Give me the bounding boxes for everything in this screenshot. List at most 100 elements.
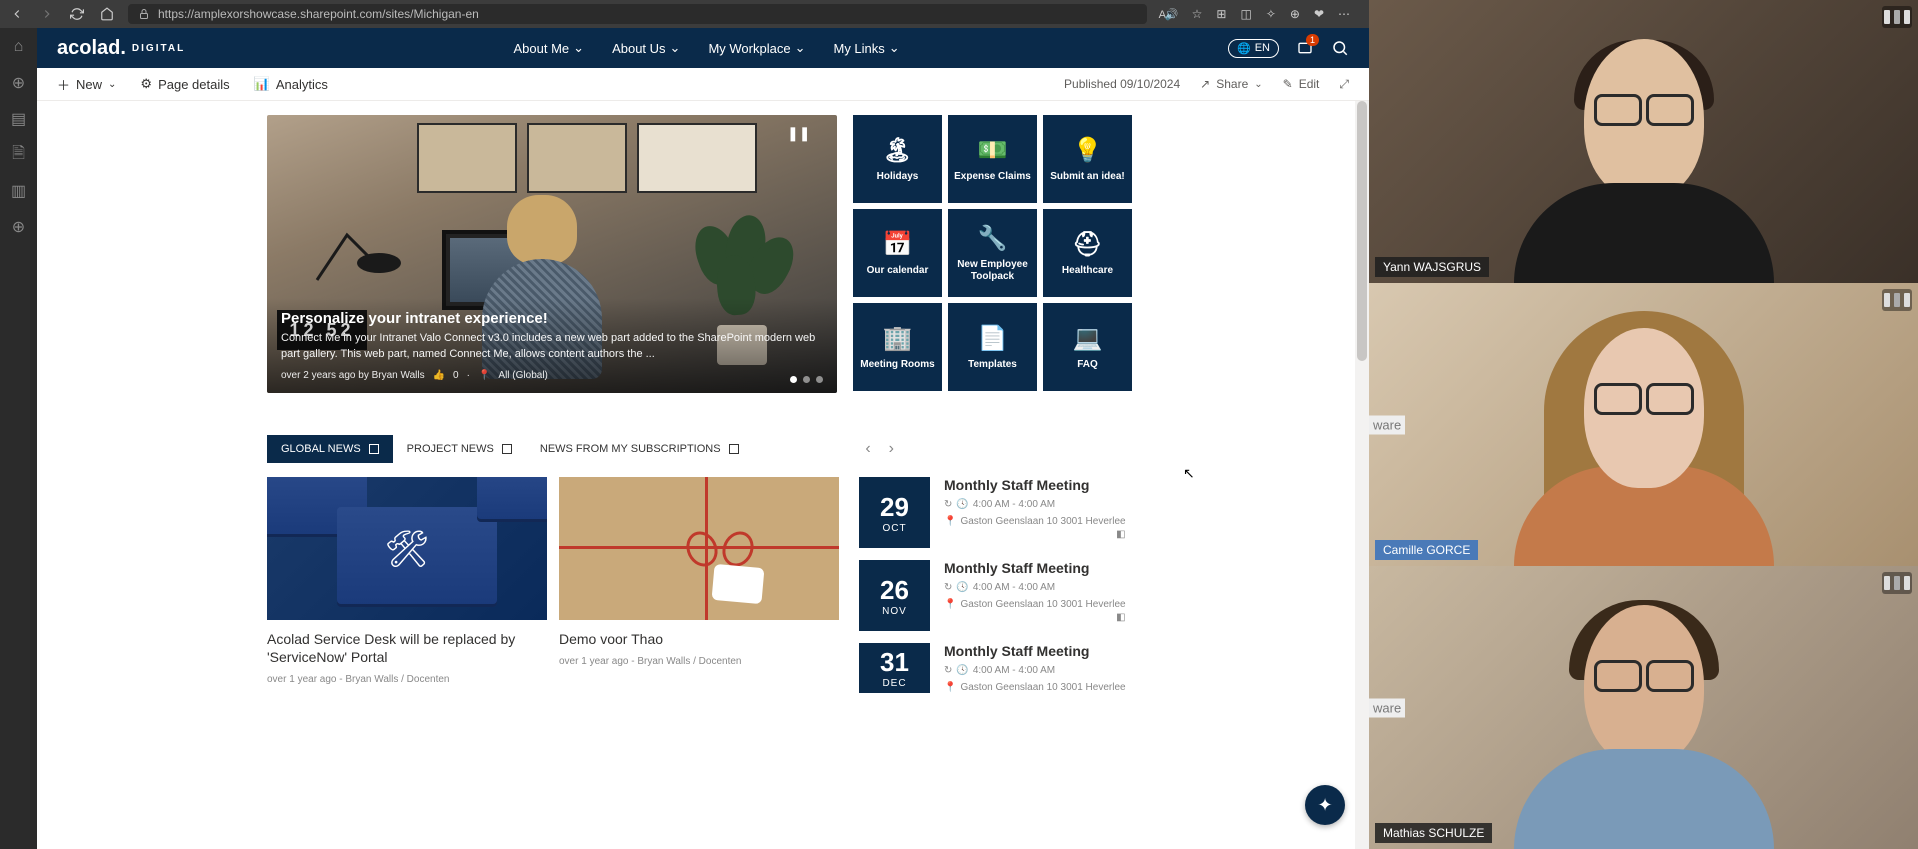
- chevron-down-icon: ⌄: [573, 40, 584, 56]
- collections-icon[interactable]: ⊕: [1290, 7, 1300, 21]
- pencil-icon: ✎: [1283, 77, 1293, 91]
- clock-icon: 🕓: [956, 582, 968, 593]
- pause-button[interactable]: ❚❚: [787, 125, 807, 145]
- like-icon[interactable]: 👍: [433, 370, 445, 381]
- participant-tile[interactable]: ware Mathias SCHULZE: [1369, 566, 1918, 849]
- event-item[interactable]: 31DEC Monthly Staff Meeting ↻🕓4:00 AM - …: [859, 643, 1126, 693]
- prev-button[interactable]: ‹: [865, 440, 870, 458]
- share-button[interactable]: ↗Share ⌄: [1200, 77, 1262, 91]
- news-card[interactable]: 🛠 Acolad Service Desk will be replaced b…: [267, 477, 547, 693]
- nav-my-links[interactable]: My Links ⌄: [833, 40, 899, 56]
- analytics-button[interactable]: 📊Analytics: [254, 76, 328, 92]
- meeting-panel: Yann WAJSGRUS ware Camille GORCE ware Ma…: [1369, 0, 1918, 849]
- rail-add-icon[interactable]: ⊕: [10, 218, 28, 236]
- palm-icon: 🏝: [882, 136, 912, 165]
- rail-list-icon[interactable]: ▥: [10, 182, 28, 200]
- expand-icon[interactable]: ⤢: [1339, 77, 1349, 92]
- event-item[interactable]: 26NOV Monthly Staff Meeting ↻🕓4:00 AM - …: [859, 560, 1126, 631]
- tile-submit-idea[interactable]: 💡Submit an idea!: [1043, 115, 1132, 203]
- notifications-button[interactable]: 1: [1297, 40, 1313, 56]
- medkit-icon: ⛑: [1072, 230, 1102, 259]
- more-icon[interactable]: ⋯: [1338, 7, 1350, 21]
- news-image: [559, 477, 839, 620]
- tile-faq[interactable]: 💻FAQ: [1043, 303, 1132, 391]
- pin-icon: 📍: [478, 370, 490, 381]
- site-header: acolad.DIGITAL About Me ⌄ About Us ⌄ My …: [37, 28, 1369, 68]
- participant-tile[interactable]: ware Camille GORCE: [1369, 283, 1918, 566]
- logo[interactable]: acolad.DIGITAL: [57, 37, 185, 60]
- tile-templates[interactable]: 📄Templates: [948, 303, 1037, 391]
- laptop-icon: 💻: [1073, 324, 1103, 353]
- profile-icon[interactable]: ❤: [1314, 7, 1324, 21]
- building-icon: 🏢: [883, 324, 913, 353]
- carousel-dots[interactable]: [790, 376, 823, 383]
- tab-global-news[interactable]: GLOBAL NEWS: [267, 435, 393, 463]
- tab-project-news[interactable]: PROJECT NEWS: [393, 435, 526, 463]
- rail-news-icon[interactable]: ▤: [10, 110, 28, 128]
- news-cards: 🛠 Acolad Service Desk will be replaced b…: [267, 477, 839, 693]
- news-title: Demo voor Thao: [559, 630, 839, 648]
- hero-meta: over 2 years ago by Bryan Walls 👍0 · 📍Al…: [281, 370, 823, 381]
- read-aloud-icon[interactable]: A🔊: [1159, 8, 1178, 21]
- audio-indicator: [1882, 289, 1912, 311]
- rail-globe-icon[interactable]: ⊕: [10, 74, 28, 92]
- hero-caption: Personalize your intranet experience! Co…: [267, 298, 837, 393]
- file-icon: 📄: [978, 324, 1008, 353]
- tile-toolpack[interactable]: 🔧New Employee Toolpack: [948, 209, 1037, 297]
- tile-expense-claims[interactable]: 💵Expense Claims: [948, 115, 1037, 203]
- recur-icon: ↻: [944, 582, 952, 593]
- scrollbar[interactable]: [1355, 101, 1369, 849]
- tile-healthcare[interactable]: ⛑Healthcare: [1043, 209, 1132, 297]
- category-icon: ◧: [1116, 529, 1125, 540]
- news-tabs: GLOBAL NEWS PROJECT NEWS NEWS FROM MY SU…: [267, 435, 1144, 463]
- hero-carousel[interactable]: 12 52 ❚❚ Personalize your intranet exper…: [267, 115, 837, 393]
- extensions-icon[interactable]: ⊞: [1216, 7, 1226, 21]
- tile-holidays[interactable]: 🏝Holidays: [853, 115, 942, 203]
- nav-my-workplace[interactable]: My Workplace ⌄: [708, 40, 805, 56]
- cropped-text: ware: [1369, 698, 1405, 717]
- forward-button[interactable]: [38, 5, 56, 23]
- event-item[interactable]: 29OCT Monthly Staff Meeting ↻🕓4:00 AM - …: [859, 477, 1126, 548]
- back-button[interactable]: [8, 5, 26, 23]
- event-date: 26NOV: [859, 560, 930, 631]
- lamp-illustration: [307, 215, 427, 285]
- rail-files-icon[interactable]: 🗎: [10, 146, 28, 164]
- tab-subscriptions-news[interactable]: NEWS FROM MY SUBSCRIPTIONS: [526, 435, 753, 463]
- events-list: 29OCT Monthly Staff Meeting ↻🕓4:00 AM - …: [859, 477, 1126, 693]
- language-picker[interactable]: 🌐 EN: [1228, 39, 1279, 58]
- tile-meeting-rooms[interactable]: 🏢Meeting Rooms: [853, 303, 942, 391]
- page-content: 12 52 ❚❚ Personalize your intranet exper…: [37, 101, 1369, 693]
- favorite-icon[interactable]: ☆: [1192, 7, 1203, 21]
- page-details-button[interactable]: ⚙Page details: [140, 76, 229, 92]
- next-button[interactable]: ›: [889, 440, 894, 458]
- clock-icon: 🕓: [956, 665, 968, 676]
- lock-icon: [138, 8, 150, 20]
- external-icon: [502, 444, 512, 454]
- favorites-bar-icon[interactable]: ✧: [1266, 7, 1276, 21]
- participant-tile[interactable]: Yann WAJSGRUS: [1369, 0, 1918, 283]
- pin-icon: 📍: [944, 599, 956, 610]
- home-button[interactable]: [98, 5, 116, 23]
- event-date: 31DEC: [859, 643, 930, 693]
- hero-description: Connect Me in your Intranet Valo Connect…: [281, 331, 823, 362]
- event-title: Monthly Staff Meeting: [944, 477, 1126, 493]
- rail-home-icon[interactable]: ⌂: [10, 38, 28, 56]
- address-bar[interactable]: https://amplexorshowcase.sharepoint.com/…: [128, 4, 1147, 24]
- event-date: 29OCT: [859, 477, 930, 548]
- tools-icon: 🛠: [384, 528, 430, 570]
- audio-indicator: [1882, 572, 1912, 594]
- nav-about-me[interactable]: About Me ⌄: [514, 40, 585, 56]
- compass-fab[interactable]: ✦: [1305, 785, 1345, 825]
- refresh-button[interactable]: [68, 5, 86, 23]
- news-meta: over 1 year ago - Bryan Walls / Docenten: [559, 656, 839, 667]
- new-button[interactable]: ＋New ⌄: [57, 75, 116, 94]
- edit-button[interactable]: ✎Edit: [1283, 77, 1320, 91]
- tile-calendar[interactable]: 📅Our calendar: [853, 209, 942, 297]
- search-icon[interactable]: [1331, 39, 1349, 57]
- external-icon: [729, 444, 739, 454]
- browser-actions: A🔊 ☆ ⊞ ◫ ✧ ⊕ ❤ ⋯: [1159, 7, 1350, 21]
- news-image: 🛠: [267, 477, 547, 620]
- nav-about-us[interactable]: About Us ⌄: [612, 40, 680, 56]
- news-card[interactable]: Demo voor Thao over 1 year ago - Bryan W…: [559, 477, 839, 693]
- split-icon[interactable]: ◫: [1240, 7, 1251, 21]
